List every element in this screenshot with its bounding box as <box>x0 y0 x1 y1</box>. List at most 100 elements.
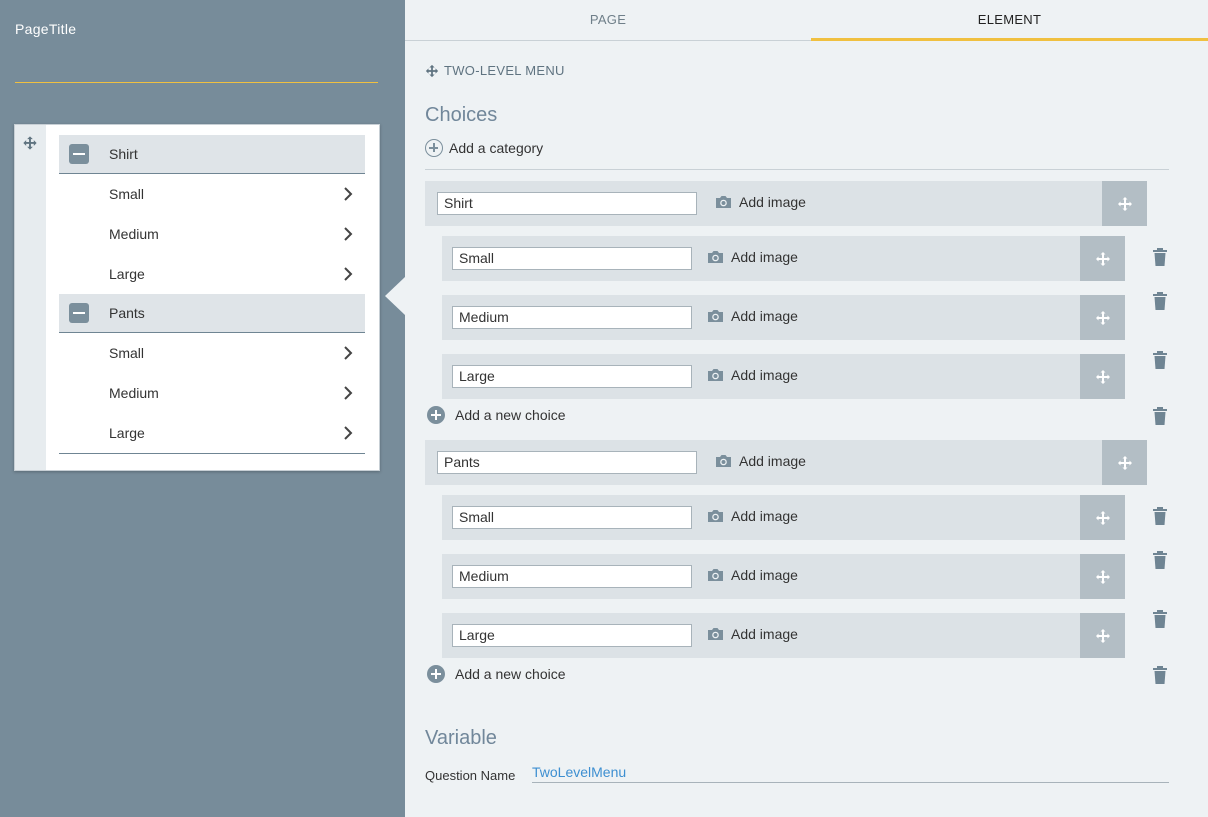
add-category-label: Add a category <box>449 140 544 156</box>
preview-choice-row[interactable]: Large <box>59 413 365 453</box>
question-name-input[interactable]: TwoLevelMenu <box>532 763 1169 783</box>
add-choice-label: Add a new choice <box>455 666 566 682</box>
tab-element[interactable]: ELEMENT <box>811 0 1208 41</box>
trash-icon[interactable] <box>1150 665 1170 685</box>
add-choice-button[interactable]: Add a new choice <box>427 665 566 683</box>
preview-choice-label: Medium <box>109 385 159 401</box>
tab-bar: PAGE ELEMENT <box>405 0 1208 41</box>
add-image-button[interactable]: Add image <box>707 567 798 583</box>
page-title-field-label[interactable]: PageTitle <box>15 21 76 37</box>
preview-choice-label: Medium <box>109 226 159 242</box>
preview-category-row[interactable]: Pants <box>59 294 365 333</box>
add-image-label: Add image <box>739 453 806 469</box>
camera-icon <box>708 310 723 322</box>
collapse-icon[interactable] <box>69 144 89 164</box>
chevron-right-icon <box>344 267 353 281</box>
category-name-input[interactable]: Pants <box>437 451 697 474</box>
preview-choice-row[interactable]: Large <box>59 254 365 294</box>
chevron-right-icon <box>344 426 353 440</box>
choice-name-input[interactable]: Large <box>452 624 692 647</box>
move-icon <box>425 64 439 77</box>
move-icon <box>1095 369 1110 384</box>
move-icon[interactable] <box>22 135 38 151</box>
move-icon <box>1095 569 1110 584</box>
category-name-input[interactable]: Shirt <box>437 192 697 215</box>
trash-icon[interactable] <box>1150 609 1170 629</box>
choice-editor-row: Small Add image <box>442 236 1125 281</box>
drag-handle[interactable] <box>1080 554 1125 599</box>
preview-category-label: Shirt <box>109 146 138 162</box>
preview-choice-label: Large <box>109 425 145 441</box>
add-circle-icon <box>427 665 445 683</box>
drag-handle[interactable] <box>1080 613 1125 658</box>
choice-editor-row: Medium Add image <box>442 554 1125 599</box>
choice-editor-row: Medium Add image <box>442 295 1125 340</box>
camera-icon <box>716 196 731 208</box>
add-image-label: Add image <box>731 508 798 524</box>
choice-name-input[interactable]: Large <box>452 365 692 388</box>
preview-choice-row[interactable]: Medium <box>59 214 365 254</box>
choice-name-input[interactable]: Medium <box>452 306 692 329</box>
preview-category-label: Pants <box>109 305 145 321</box>
trash-icon[interactable] <box>1150 506 1170 526</box>
chevron-right-icon <box>344 187 353 201</box>
trash-icon[interactable] <box>1150 550 1170 570</box>
add-image-button[interactable]: Add image <box>707 249 798 265</box>
camera-icon <box>708 510 723 522</box>
trash-icon[interactable] <box>1150 406 1170 426</box>
preview-choice-row[interactable]: Small <box>59 333 365 373</box>
collapse-icon[interactable] <box>69 303 89 323</box>
chevron-right-icon <box>344 386 353 400</box>
camera-icon <box>708 628 723 640</box>
preview-menu-list: Shirt Small Medium Large Pants Small Medium Lar… <box>59 135 365 454</box>
two-level-menu-preview[interactable]: Shirt Small Medium Large Pants Small Medium Lar… <box>14 124 380 471</box>
choices-divider <box>425 169 1169 170</box>
add-image-button[interactable]: Add image <box>715 453 806 469</box>
trash-icon[interactable] <box>1150 247 1170 267</box>
choices-section-title: Choices <box>425 104 498 126</box>
choice-editor-row: Small Add image <box>442 495 1125 540</box>
camera-icon <box>708 569 723 581</box>
question-name-label: Question Name <box>425 768 516 783</box>
add-image-label: Add image <box>731 626 798 642</box>
move-icon <box>1117 196 1132 211</box>
trash-icon[interactable] <box>1150 291 1170 311</box>
move-icon <box>1095 510 1110 525</box>
choice-name-input[interactable]: Small <box>452 247 692 270</box>
chevron-right-icon <box>344 227 353 241</box>
add-category-button[interactable]: Add a category <box>425 139 543 157</box>
trash-icon[interactable] <box>1150 350 1170 370</box>
add-image-button[interactable]: Add image <box>707 367 798 383</box>
add-choice-button[interactable]: Add a new choice <box>427 406 566 424</box>
drag-handle[interactable] <box>1080 495 1125 540</box>
element-type-label: TWO-LEVEL MENU <box>444 63 565 78</box>
drag-handle[interactable] <box>1080 295 1125 340</box>
drag-handle[interactable] <box>1080 354 1125 399</box>
category-editor-row: Pants Add image <box>425 440 1147 485</box>
camera-icon <box>708 251 723 263</box>
selection-pointer <box>385 277 405 315</box>
page-title-underline <box>15 82 378 83</box>
chevron-right-icon <box>344 346 353 360</box>
add-image-label: Add image <box>739 194 806 210</box>
preview-list-end-divider <box>59 453 365 454</box>
add-image-label: Add image <box>731 567 798 583</box>
choice-name-input[interactable]: Small <box>452 506 692 529</box>
add-image-button[interactable]: Add image <box>707 626 798 642</box>
drag-handle[interactable] <box>1102 181 1147 226</box>
preview-gutter <box>15 125 46 470</box>
add-image-button[interactable]: Add image <box>707 308 798 324</box>
preview-choice-row[interactable]: Medium <box>59 373 365 413</box>
drag-handle[interactable] <box>1102 440 1147 485</box>
tab-page[interactable]: PAGE <box>405 0 811 41</box>
add-image-button[interactable]: Add image <box>707 508 798 524</box>
drag-handle[interactable] <box>1080 236 1125 281</box>
choice-name-input[interactable]: Medium <box>452 565 692 588</box>
add-image-button[interactable]: Add image <box>715 194 806 210</box>
preview-category-row[interactable]: Shirt <box>59 135 365 174</box>
move-icon <box>1095 251 1110 266</box>
preview-choice-label: Small <box>109 186 145 202</box>
preview-choice-row[interactable]: Small <box>59 174 365 214</box>
add-image-label: Add image <box>731 308 798 324</box>
move-icon <box>1117 455 1132 470</box>
